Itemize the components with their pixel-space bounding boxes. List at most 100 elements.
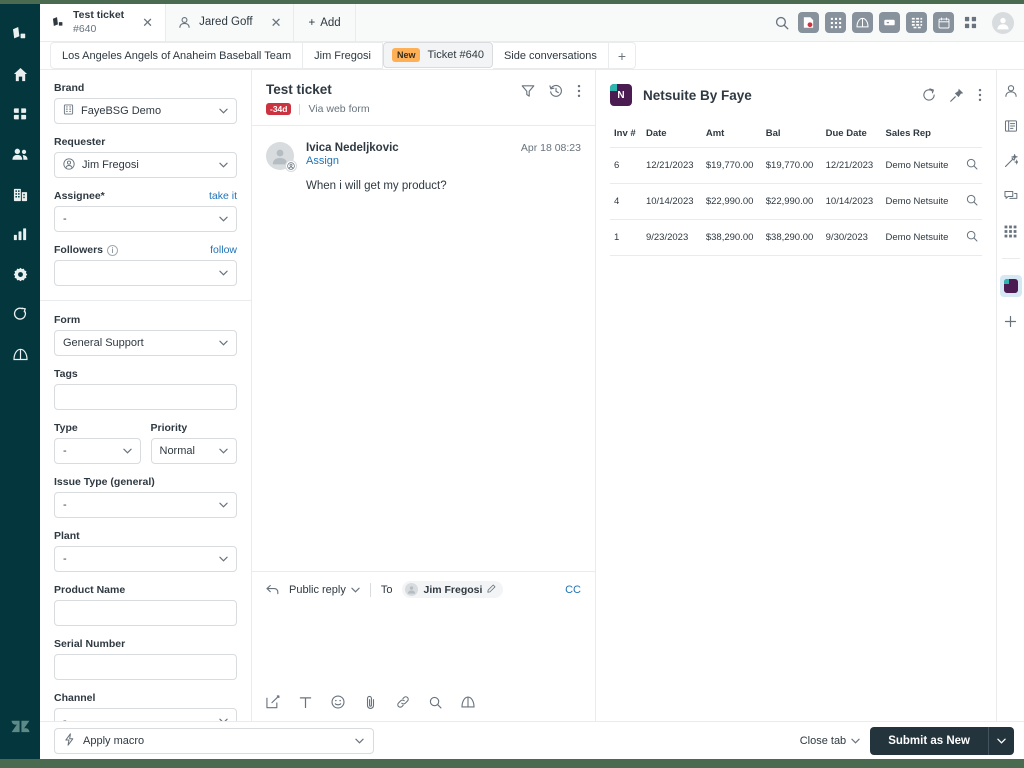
edit-pencil-icon[interactable] [487,584,496,596]
requester-select[interactable]: Jim Fregosi [54,152,237,178]
pin-icon[interactable] [950,88,964,102]
tab-jared-goff[interactable]: Jared Goff ✕ [166,4,295,41]
product-tray-icon[interactable] [960,13,980,33]
submit-button[interactable]: Submit as New [870,726,988,755]
link-icon[interactable] [396,695,410,709]
channel-select[interactable]: - [54,708,237,721]
field-plant: Plant - [54,530,237,572]
netsuite-app-icon[interactable] [999,275,1022,297]
avatar[interactable] [992,11,1014,34]
type-select[interactable]: - [54,438,141,464]
tab-labels: Test ticket #640 [73,9,124,35]
organizations-icon[interactable] [0,174,40,214]
refresh-icon[interactable] [922,88,936,102]
ring-icon[interactable] [0,294,40,334]
add-tab-button[interactable]: + Add [294,4,356,41]
magnifier-icon[interactable] [966,230,978,242]
close-icon[interactable]: ✕ [271,16,282,29]
explore-icon[interactable] [852,12,873,33]
explore-icon[interactable] [0,334,40,374]
field-label-row: Product Name [54,584,237,596]
take-it-link[interactable]: take it [209,190,237,202]
tab-test-ticket[interactable]: Test ticket #640 ✕ [40,4,167,41]
sell-icon[interactable] [906,12,927,33]
cell-action [958,183,982,220]
field-label: Assignee* [54,190,105,202]
breadcrumb-add-button[interactable]: + [608,42,637,69]
talk-recording-icon[interactable] [798,12,819,33]
assign-link[interactable]: Assign [306,155,581,167]
filter-icon[interactable] [521,84,535,98]
search-icon[interactable] [772,13,792,33]
chevron-down-icon [351,584,360,596]
table-row[interactable]: 4 10/14/2023 $22,990.00 $22,990.00 10/14… [610,183,982,220]
tags-input[interactable] [54,384,237,410]
submit-options-button[interactable] [988,726,1014,755]
breadcrumb-side-conversations[interactable]: Side conversations [492,42,609,69]
cc-button[interactable]: CC [565,584,581,596]
add-app-button[interactable] [1000,310,1022,332]
home-icon[interactable] [0,54,40,94]
followers-select[interactable] [54,260,237,286]
comment-timestamp: Apr 18 08:23 [520,142,581,154]
breadcrumb-user[interactable]: Jim Fregosi [303,42,383,69]
field-label-row: Type [54,422,141,434]
reply-type-selector[interactable]: Public reply [289,584,360,596]
magic-wand-icon[interactable] [1000,150,1022,172]
views-icon[interactable] [0,94,40,134]
gear-icon[interactable] [0,254,40,294]
insert-signature-icon[interactable] [266,695,280,709]
user-circle-icon [63,157,75,173]
issue-type-value: - [63,499,67,511]
assignee-select[interactable]: - [54,206,237,232]
comment: Ivica Nedeljkovic Apr 18 08:23 Assign Wh… [266,142,581,195]
user-icon[interactable] [1000,80,1022,102]
apps-grid-icon[interactable] [825,12,846,33]
knowledge-book-icon[interactable] [1000,115,1022,137]
history-icon[interactable] [549,84,563,98]
knowledge-icon[interactable] [461,696,475,708]
breadcrumb-organization[interactable]: Los Angeles Angels of Anaheim Baseball T… [50,42,304,69]
magnifier-icon[interactable] [966,194,978,206]
priority-select[interactable]: Normal [150,438,237,464]
invoices-table: Inv # Date Amt Bal Due Date Sales Rep 6 … [610,128,982,256]
info-icon[interactable]: i [107,244,119,256]
col-inv: Inv # [610,128,642,148]
ticket-icon [52,16,65,29]
breadcrumb-label: Side conversations [503,49,597,62]
field-label: Issue Type (general) [54,476,155,488]
reply-textarea[interactable] [252,598,595,695]
search-articles-icon[interactable] [429,696,442,709]
follow-link[interactable]: follow [210,244,237,256]
products-icon[interactable] [0,14,40,54]
attachment-icon[interactable] [364,695,377,709]
plant-select[interactable]: - [54,546,237,572]
form-select[interactable]: General Support [54,330,237,356]
reporting-icon[interactable] [0,214,40,254]
breadcrumb-ticket[interactable]: New Ticket #640 [382,42,493,68]
divider [299,103,301,115]
emoji-icon[interactable] [331,695,345,709]
close-icon[interactable]: ✕ [142,16,153,29]
sla-badge: -34d [266,103,292,115]
calendar-icon[interactable] [933,12,954,33]
product-name-input[interactable] [54,600,237,626]
text-format-icon[interactable] [299,696,312,709]
side-conversations-icon[interactable] [1000,185,1022,207]
table-row[interactable]: 6 12/21/2023 $19,770.00 $19,770.00 12/21… [610,147,982,184]
close-tab-button[interactable]: Close tab [800,735,860,747]
apps-grid-icon[interactable] [1000,220,1022,242]
zendesk-logo [0,705,40,745]
serial-number-input[interactable] [54,654,237,680]
customers-icon[interactable] [0,134,40,174]
brand-select[interactable]: FayeBSG Demo [54,98,237,124]
more-options-icon[interactable] [577,84,581,98]
more-options-icon[interactable] [978,88,982,102]
issue-type-select[interactable]: - [54,492,237,518]
chat-icon[interactable] [879,12,900,33]
apply-macro-select[interactable]: Apply macro [54,727,374,754]
table-row[interactable]: 1 9/23/2023 $38,290.00 $38,290.00 9/30/2… [610,219,982,256]
field-label: Channel [54,692,96,704]
recipient-chip[interactable]: Jim Fregosi [402,581,504,598]
magnifier-icon[interactable] [966,158,978,170]
